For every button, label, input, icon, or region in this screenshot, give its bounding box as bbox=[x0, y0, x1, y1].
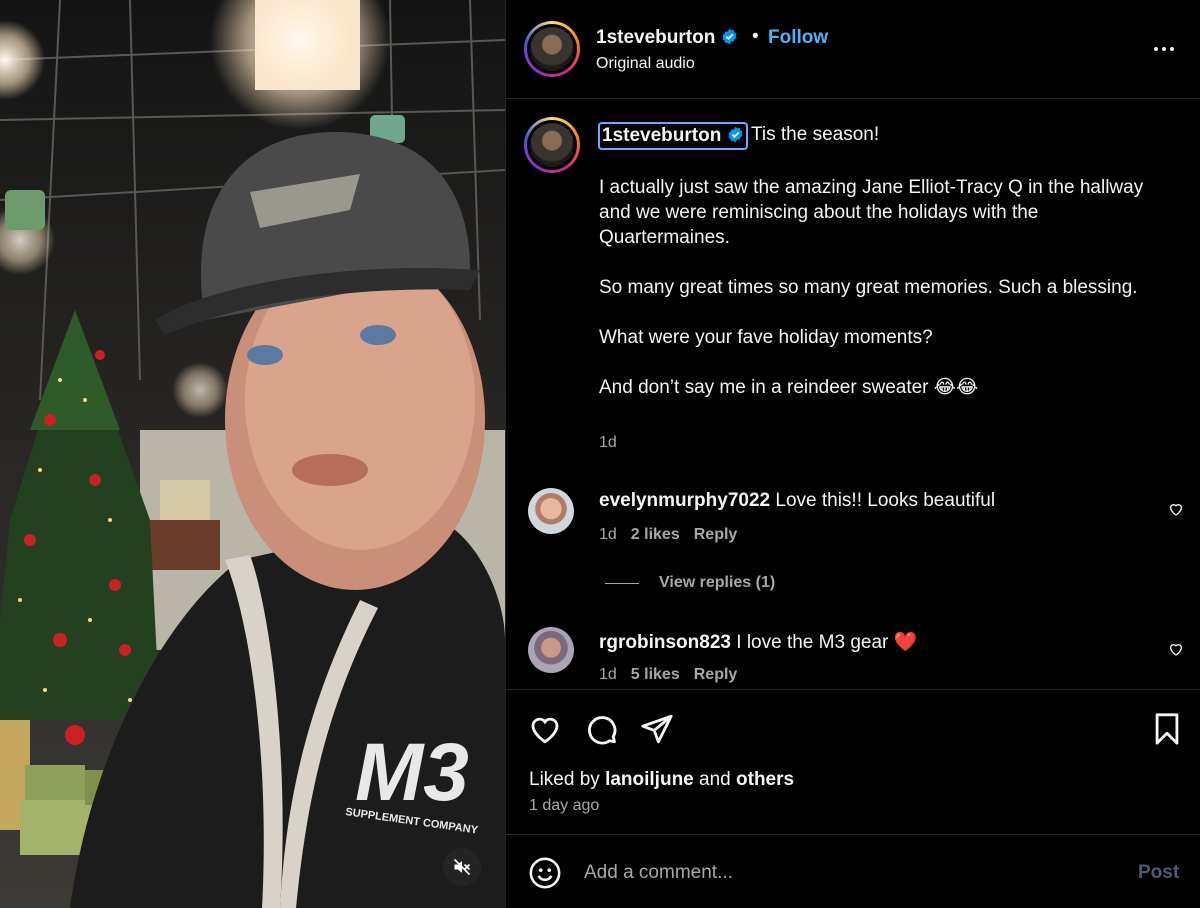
like-heart-icon[interactable] bbox=[528, 712, 562, 746]
emoji-smiley-icon[interactable] bbox=[528, 856, 562, 890]
video-frame: M3 SUPPLEMENT COMPANY bbox=[0, 0, 505, 908]
add-comment-input[interactable] bbox=[584, 858, 1104, 888]
author-username-row: 1steveburton bbox=[596, 27, 738, 49]
follow-button[interactable]: Follow bbox=[768, 27, 828, 49]
speaker-muted-icon bbox=[453, 858, 471, 876]
view-replies-dash bbox=[605, 582, 639, 584]
caption-timestamp[interactable]: 1d bbox=[599, 434, 617, 452]
save-bookmark-icon[interactable] bbox=[1150, 712, 1184, 746]
share-paper-plane-icon[interactable] bbox=[640, 712, 674, 746]
verified-badge-icon bbox=[722, 28, 737, 45]
separator-dot: • bbox=[752, 26, 759, 47]
view-replies-button[interactable]: View replies (1) bbox=[605, 574, 775, 592]
comment-time[interactable]: 1d bbox=[599, 526, 617, 543]
comment-text: Love this!! Looks beautiful bbox=[775, 490, 996, 511]
comment-avatar[interactable] bbox=[528, 627, 574, 673]
post-panel: 1steveburton • Follow Original audio 1st… bbox=[505, 0, 1200, 908]
caption-first-line: Tis the season! bbox=[751, 124, 880, 145]
verified-badge-icon bbox=[728, 126, 743, 143]
comment-likes[interactable]: 5 likes bbox=[631, 666, 680, 683]
comment-meta: 1d 2 likes Reply bbox=[599, 526, 751, 544]
like-comment-heart-icon[interactable] bbox=[1168, 501, 1184, 517]
comment-time[interactable]: 1d bbox=[599, 666, 617, 683]
comment-text-row: evelynmurphy7022 Love this!! Looks beaut… bbox=[599, 490, 995, 512]
post-timestamp[interactable]: 1 day ago bbox=[529, 797, 599, 815]
comment-bar: Post bbox=[506, 836, 1200, 908]
caption-author-avatar[interactable] bbox=[524, 117, 580, 173]
caption-username-focused[interactable]: 1steveburton bbox=[598, 122, 749, 150]
caption-body: I actually just saw the amazing Jane Ell… bbox=[599, 177, 1144, 398]
liked-by-prefix: Liked by bbox=[529, 769, 600, 790]
shirt-logo-text: M3 bbox=[355, 727, 469, 818]
reply-button[interactable]: Reply bbox=[694, 526, 738, 543]
more-horizontal-icon bbox=[1154, 47, 1158, 51]
post-actions: Liked by lanoiljune and others 1 day ago bbox=[506, 689, 1200, 835]
comment-username[interactable]: rgrobinson823 bbox=[599, 632, 731, 653]
comment-likes[interactable]: 2 likes bbox=[631, 526, 680, 543]
view-replies-label: View replies (1) bbox=[659, 574, 776, 591]
comment-meta: 1d 5 likes Reply bbox=[599, 666, 751, 684]
mute-toggle-button[interactable] bbox=[443, 848, 481, 886]
more-options-button[interactable] bbox=[1144, 34, 1184, 64]
author-avatar[interactable] bbox=[524, 21, 580, 77]
comment-text-row: rgrobinson823 I love the M3 gear ❤️ bbox=[599, 630, 917, 654]
liked-by-text: Liked by lanoiljune and others bbox=[529, 769, 794, 791]
reply-button[interactable]: Reply bbox=[694, 666, 738, 683]
comment-bubble-icon[interactable] bbox=[584, 712, 618, 746]
comment-text: I love the M3 gear ❤️ bbox=[736, 632, 918, 653]
liked-by-user[interactable]: lanoiljune bbox=[605, 769, 694, 790]
comment-avatar[interactable] bbox=[528, 488, 574, 534]
like-comment-heart-icon[interactable] bbox=[1168, 641, 1184, 657]
liked-by-others[interactable]: others bbox=[736, 769, 794, 790]
audio-label[interactable]: Original audio bbox=[596, 55, 695, 73]
caption-username[interactable]: 1steveburton bbox=[602, 125, 721, 146]
video-player[interactable]: M3 SUPPLEMENT COMPANY bbox=[0, 0, 505, 908]
post-header: 1steveburton • Follow Original audio bbox=[506, 0, 1200, 99]
comment-username[interactable]: evelynmurphy7022 bbox=[599, 490, 770, 511]
author-username[interactable]: 1steveburton bbox=[596, 27, 715, 48]
liked-by-and: and bbox=[699, 769, 731, 790]
post-comment-button[interactable]: Post bbox=[1138, 862, 1179, 884]
